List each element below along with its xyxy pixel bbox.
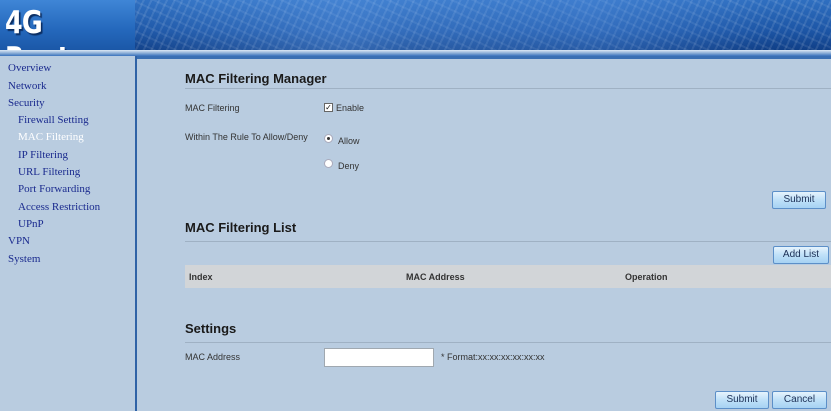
column-header-operation: Operation bbox=[625, 272, 668, 282]
allow-label: Allow bbox=[338, 136, 360, 146]
header-banner: 4G Router bbox=[0, 0, 831, 52]
sidebar-item-vpn[interactable]: VPN bbox=[8, 235, 30, 247]
deny-label: Deny bbox=[338, 161, 360, 171]
deny-radio[interactable] bbox=[324, 159, 333, 168]
sidebar-item-access-restriction[interactable]: Access Restriction bbox=[18, 201, 100, 213]
section-divider bbox=[185, 342, 831, 343]
section-divider bbox=[185, 241, 831, 242]
sidebar-item-mac-filtering[interactable]: MAC Filtering bbox=[18, 131, 84, 143]
sidebar bbox=[0, 56, 137, 411]
main-content: MAC Filtering Manager MAC Filtering ✓ En… bbox=[163, 59, 831, 411]
section-divider bbox=[185, 88, 831, 89]
sidebar-item-system[interactable]: System bbox=[8, 253, 40, 265]
settings-cancel-button[interactable]: Cancel bbox=[772, 391, 827, 409]
sidebar-item-port-forwarding[interactable]: Port Forwarding bbox=[18, 183, 90, 195]
sidebar-item-upnp[interactable]: UPnP bbox=[18, 218, 44, 230]
mac-format-hint: * Format:xx:xx:xx:xx:xx:xx bbox=[441, 352, 545, 362]
column-header-mac-address: MAC Address bbox=[406, 272, 465, 282]
header-pattern bbox=[135, 0, 831, 52]
router-logo: 4G Router bbox=[5, 5, 98, 52]
enable-label: Enable bbox=[336, 103, 365, 113]
section-title-settings: Settings bbox=[185, 321, 237, 336]
rule-label: Within The Rule To Allow/Deny bbox=[185, 132, 308, 142]
mac-address-input[interactable] bbox=[324, 348, 434, 367]
sidebar-item-network[interactable]: Network bbox=[8, 80, 47, 92]
table-header: Index MAC Address Operation bbox=[185, 265, 831, 288]
logo-box: 4G Router bbox=[0, 0, 135, 52]
manager-submit-button[interactable]: Submit bbox=[772, 191, 826, 209]
add-list-button[interactable]: Add List bbox=[773, 246, 829, 264]
sidebar-item-url-filtering[interactable]: URL Filtering bbox=[18, 166, 80, 178]
allow-radio[interactable] bbox=[324, 134, 333, 143]
mac-filtering-label: MAC Filtering bbox=[185, 103, 240, 113]
enable-checkbox[interactable]: ✓ bbox=[324, 103, 333, 112]
sidebar-item-security[interactable]: Security bbox=[8, 97, 45, 109]
settings-submit-button[interactable]: Submit bbox=[715, 391, 769, 409]
sidebar-item-firewall-setting[interactable]: Firewall Setting bbox=[18, 114, 89, 126]
section-title-manager: MAC Filtering Manager bbox=[185, 71, 327, 86]
mac-address-label: MAC Address bbox=[185, 352, 241, 362]
sidebar-item-ip-filtering[interactable]: IP Filtering bbox=[18, 149, 68, 161]
column-header-index: Index bbox=[189, 272, 213, 282]
sidebar-item-overview[interactable]: Overview bbox=[8, 62, 51, 74]
section-title-list: MAC Filtering List bbox=[185, 220, 297, 235]
